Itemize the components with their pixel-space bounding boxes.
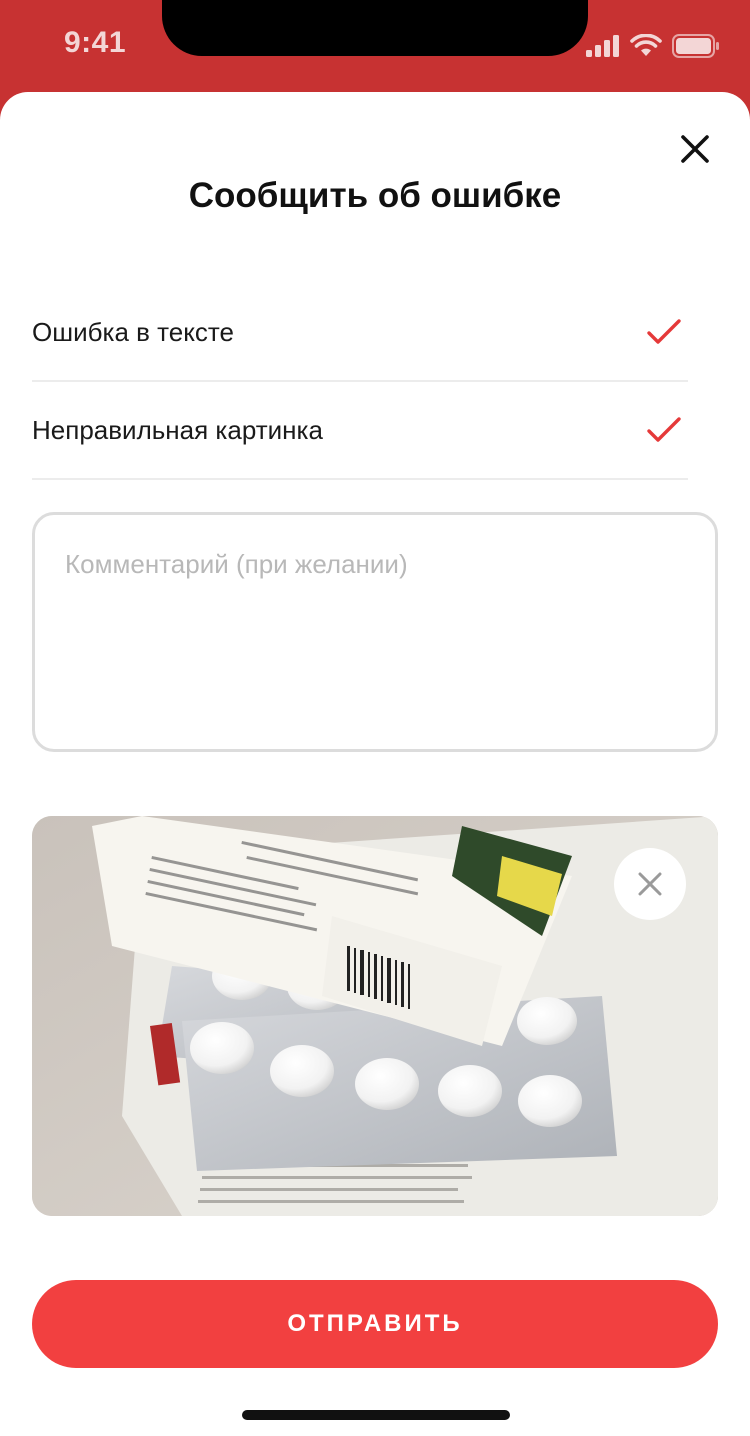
status-time: 9:41 <box>64 26 127 59</box>
close-button[interactable] <box>676 130 714 168</box>
status-bar: 9:41 <box>0 0 750 92</box>
option-label: Ошибка в тексте <box>32 316 234 347</box>
comment-input[interactable] <box>32 512 718 752</box>
option-wrong-image[interactable]: Неправильная картинка <box>32 382 688 480</box>
page-title: Сообщить об ошибке <box>188 176 562 215</box>
close-icon <box>681 135 709 163</box>
submit-button[interactable]: ОТПРАВИТЬ <box>32 1280 718 1368</box>
status-icons <box>586 32 720 60</box>
battery-icon <box>672 34 719 58</box>
checkmark-icon <box>647 319 681 344</box>
wifi-icon <box>630 34 662 56</box>
option-label: Неправильная картинка <box>32 414 323 445</box>
checkmark-icon <box>647 417 681 442</box>
signal-icon <box>586 35 619 57</box>
remove-photo-button[interactable] <box>614 848 686 920</box>
home-indicator <box>242 1410 510 1420</box>
device-notch <box>162 0 588 56</box>
close-icon <box>638 872 662 896</box>
option-text-error[interactable]: Ошибка в тексте <box>32 284 688 382</box>
